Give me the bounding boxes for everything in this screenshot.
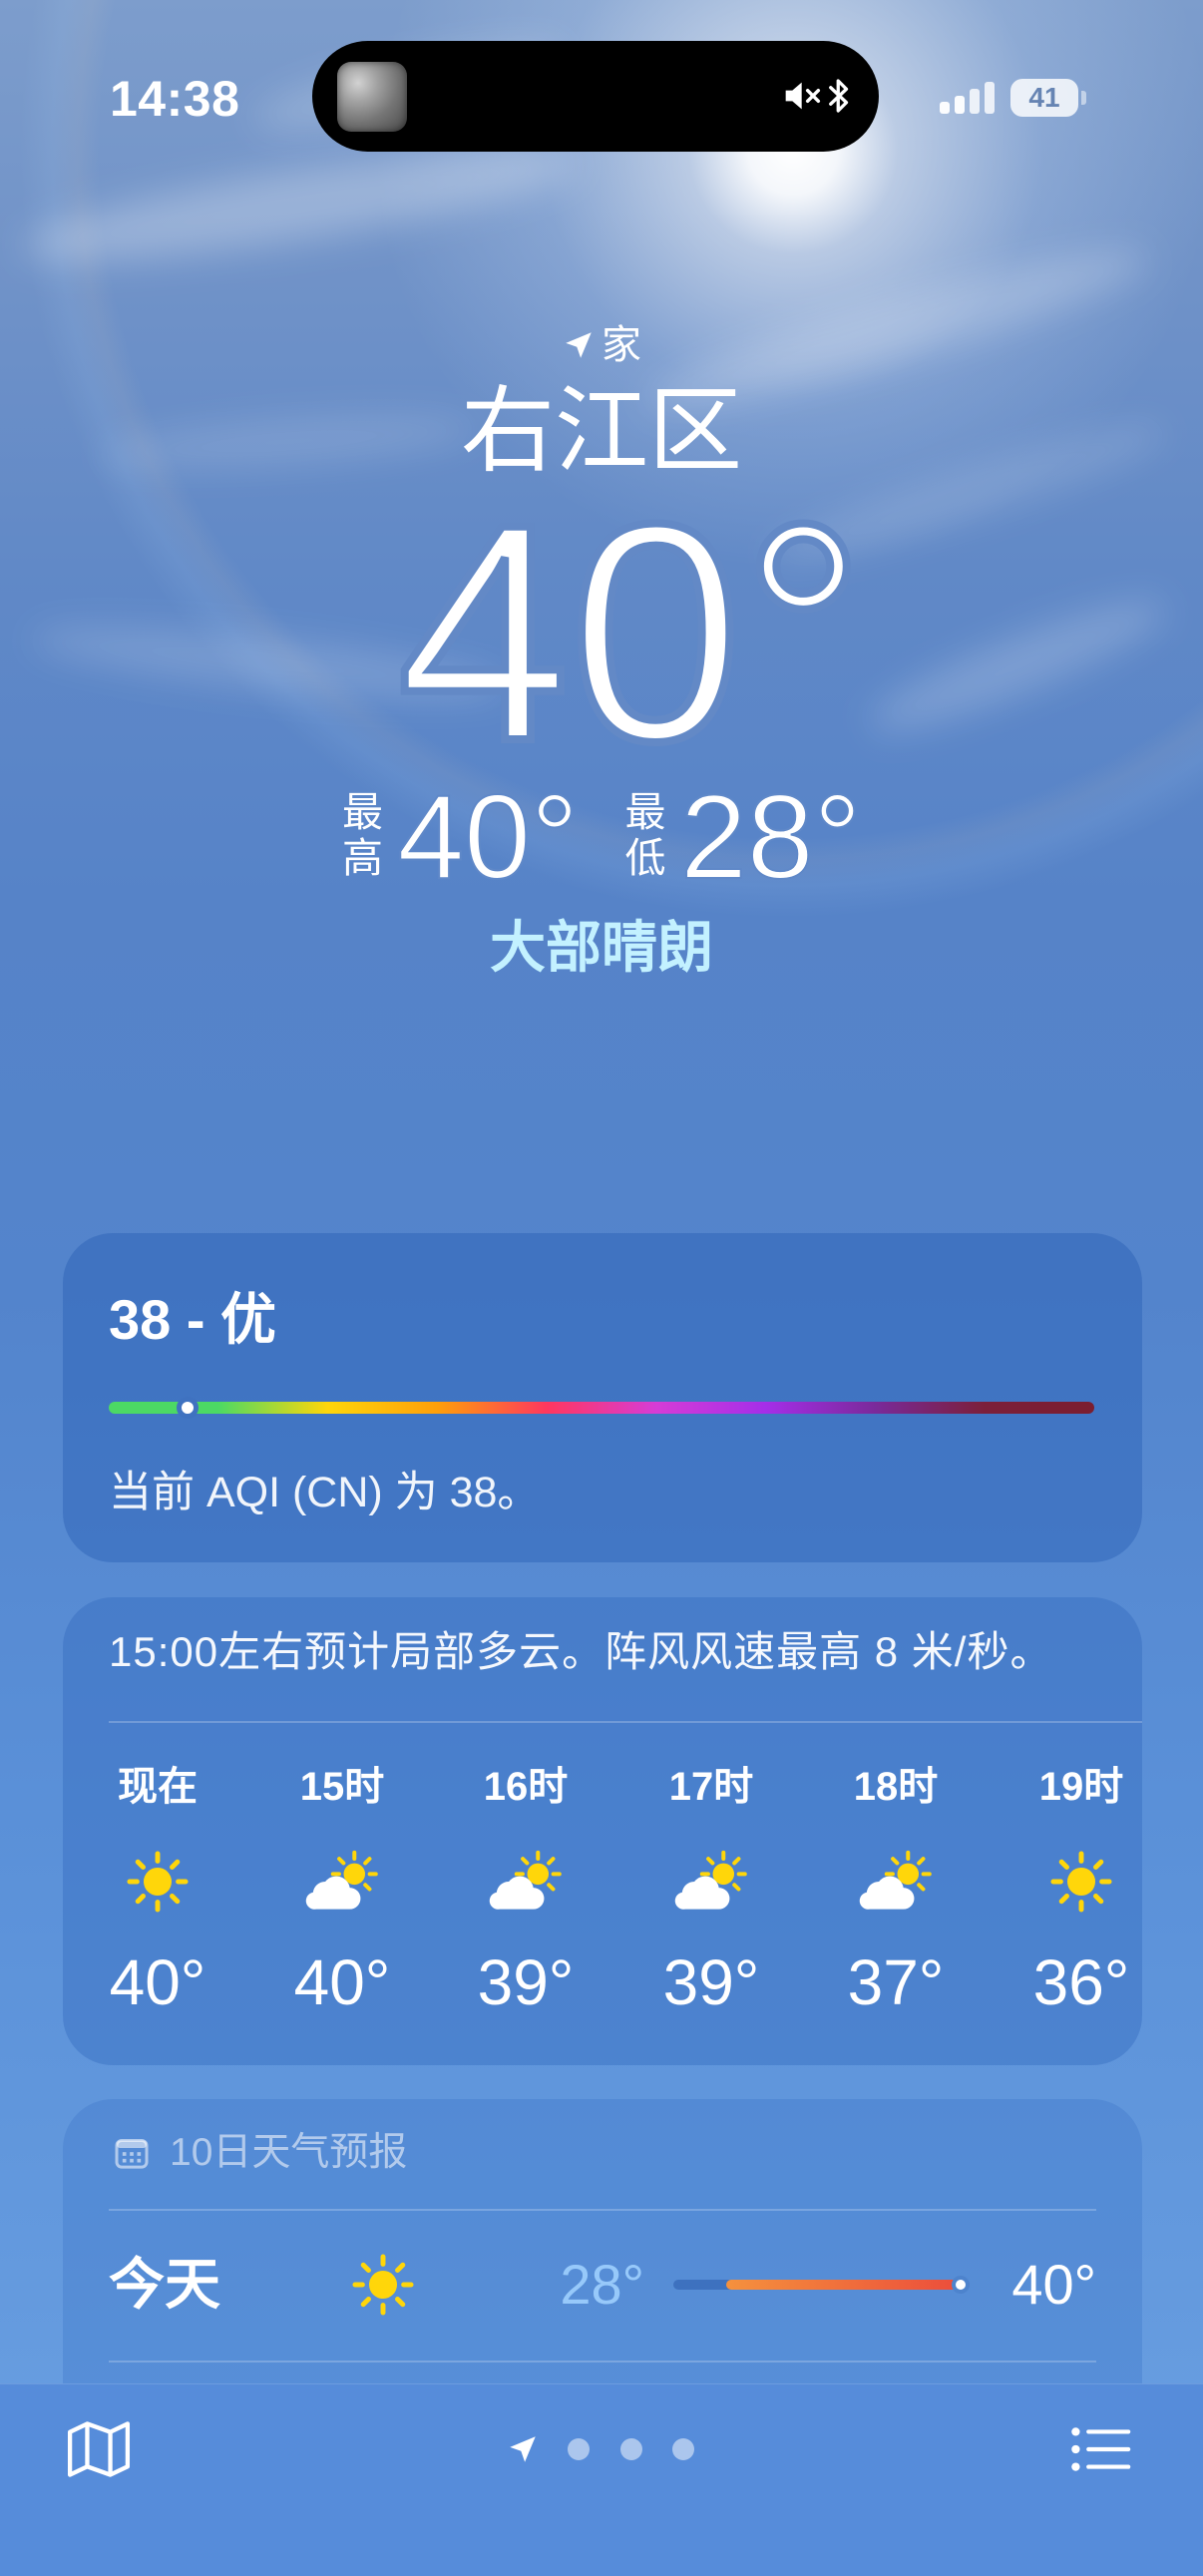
sun-icon — [113, 1847, 202, 1917]
divider — [109, 2209, 1096, 2211]
calendar-icon — [112, 2133, 152, 2173]
hourly-item[interactable]: 现在 40° — [73, 1597, 242, 2065]
partly-cloudy-icon — [666, 1847, 756, 1917]
battery-icon: 41 — [1010, 79, 1078, 117]
temperature-range-bar — [673, 2276, 971, 2294]
day-low-temperature: 28° — [560, 2253, 644, 2316]
hour-label: 16时 — [483, 1765, 569, 1809]
bottom-toolbar — [0, 2383, 1203, 2576]
divider — [109, 2361, 1096, 2362]
page-dot[interactable] — [620, 2438, 642, 2460]
hour-temperature: 40° — [109, 1946, 206, 2018]
sun-icon — [350, 2252, 416, 2318]
weather-condition: 大部晴朗 — [490, 916, 713, 979]
high-low-row: 最高 40° 最低 28° — [0, 770, 1203, 904]
cellular-signal-icon — [940, 82, 996, 114]
low-temperature: 28° — [679, 770, 862, 904]
high-label: 最高 — [342, 789, 384, 881]
speaker-muted-icon — [783, 78, 823, 114]
hour-temperature: 39° — [662, 1946, 760, 2018]
hour-label: 现在 — [118, 1765, 198, 1809]
high-temperature: 40° — [397, 770, 580, 904]
map-icon[interactable] — [66, 2419, 132, 2479]
air-quality-card[interactable]: 38 - 优 当前 AQI (CN) 为 38。 — [63, 1233, 1142, 1562]
hour-label: 18时 — [853, 1765, 939, 1809]
hour-temperature: 39° — [477, 1946, 575, 2018]
status-time: 14:38 — [110, 71, 240, 127]
day-name: 今天 — [109, 2253, 220, 2316]
temperature-range-fill — [726, 2280, 970, 2290]
hourly-item[interactable]: 17时 39° — [626, 1597, 796, 2065]
hour-temperature: 36° — [1032, 1946, 1130, 2018]
partly-cloudy-icon — [481, 1847, 571, 1917]
hour-temperature: 37° — [847, 1946, 945, 2018]
aqi-description: 当前 AQI (CN) 为 38。 — [109, 1469, 541, 1516]
current-temperature: 40° — [394, 459, 870, 805]
battery-nub — [1081, 91, 1086, 105]
hour-label: 17时 — [668, 1765, 754, 1809]
aqi-scale-bar — [109, 1397, 1094, 1419]
aqi-title: 38 - 优 — [109, 1288, 277, 1351]
location-label: 家 — [602, 323, 641, 367]
dynamic-island[interactable] — [312, 41, 879, 152]
page-dot[interactable] — [672, 2438, 694, 2460]
current-temperature-dot — [952, 2276, 971, 2294]
now-playing-thumbnail[interactable] — [337, 62, 407, 132]
page-dot[interactable] — [568, 2438, 590, 2460]
location-label-row: 家 — [0, 321, 1203, 369]
list-icon[interactable] — [1068, 2425, 1134, 2473]
aqi-indicator-dot — [177, 1397, 200, 1419]
day-high-temperature: 40° — [1011, 2253, 1096, 2316]
hourly-item[interactable]: 18时 37° — [811, 1597, 981, 2065]
partly-cloudy-icon — [297, 1847, 387, 1917]
hour-label: 15时 — [299, 1765, 385, 1809]
location-arrow-icon — [562, 328, 596, 362]
daily-forecast-header: 10日天气预报 — [170, 2131, 408, 2174]
partly-cloudy-icon — [851, 1847, 941, 1917]
hourly-item[interactable]: 15时 40° — [257, 1597, 427, 2065]
hourly-item[interactable]: 19时 36° — [997, 1597, 1142, 2065]
hourly-forecast-card[interactable]: 15:00左右预计局部多云。阵风风速最高 8 米/秒。 现在 40° 15时 4… — [63, 1597, 1142, 2065]
location-arrow-icon[interactable] — [506, 2432, 540, 2466]
hour-temperature: 40° — [293, 1946, 391, 2018]
bluetooth-icon — [827, 74, 851, 118]
low-label: 最低 — [624, 789, 666, 881]
sun-icon — [1036, 1847, 1126, 1917]
hour-label: 19时 — [1038, 1765, 1124, 1809]
hourly-item[interactable]: 16时 39° — [441, 1597, 610, 2065]
